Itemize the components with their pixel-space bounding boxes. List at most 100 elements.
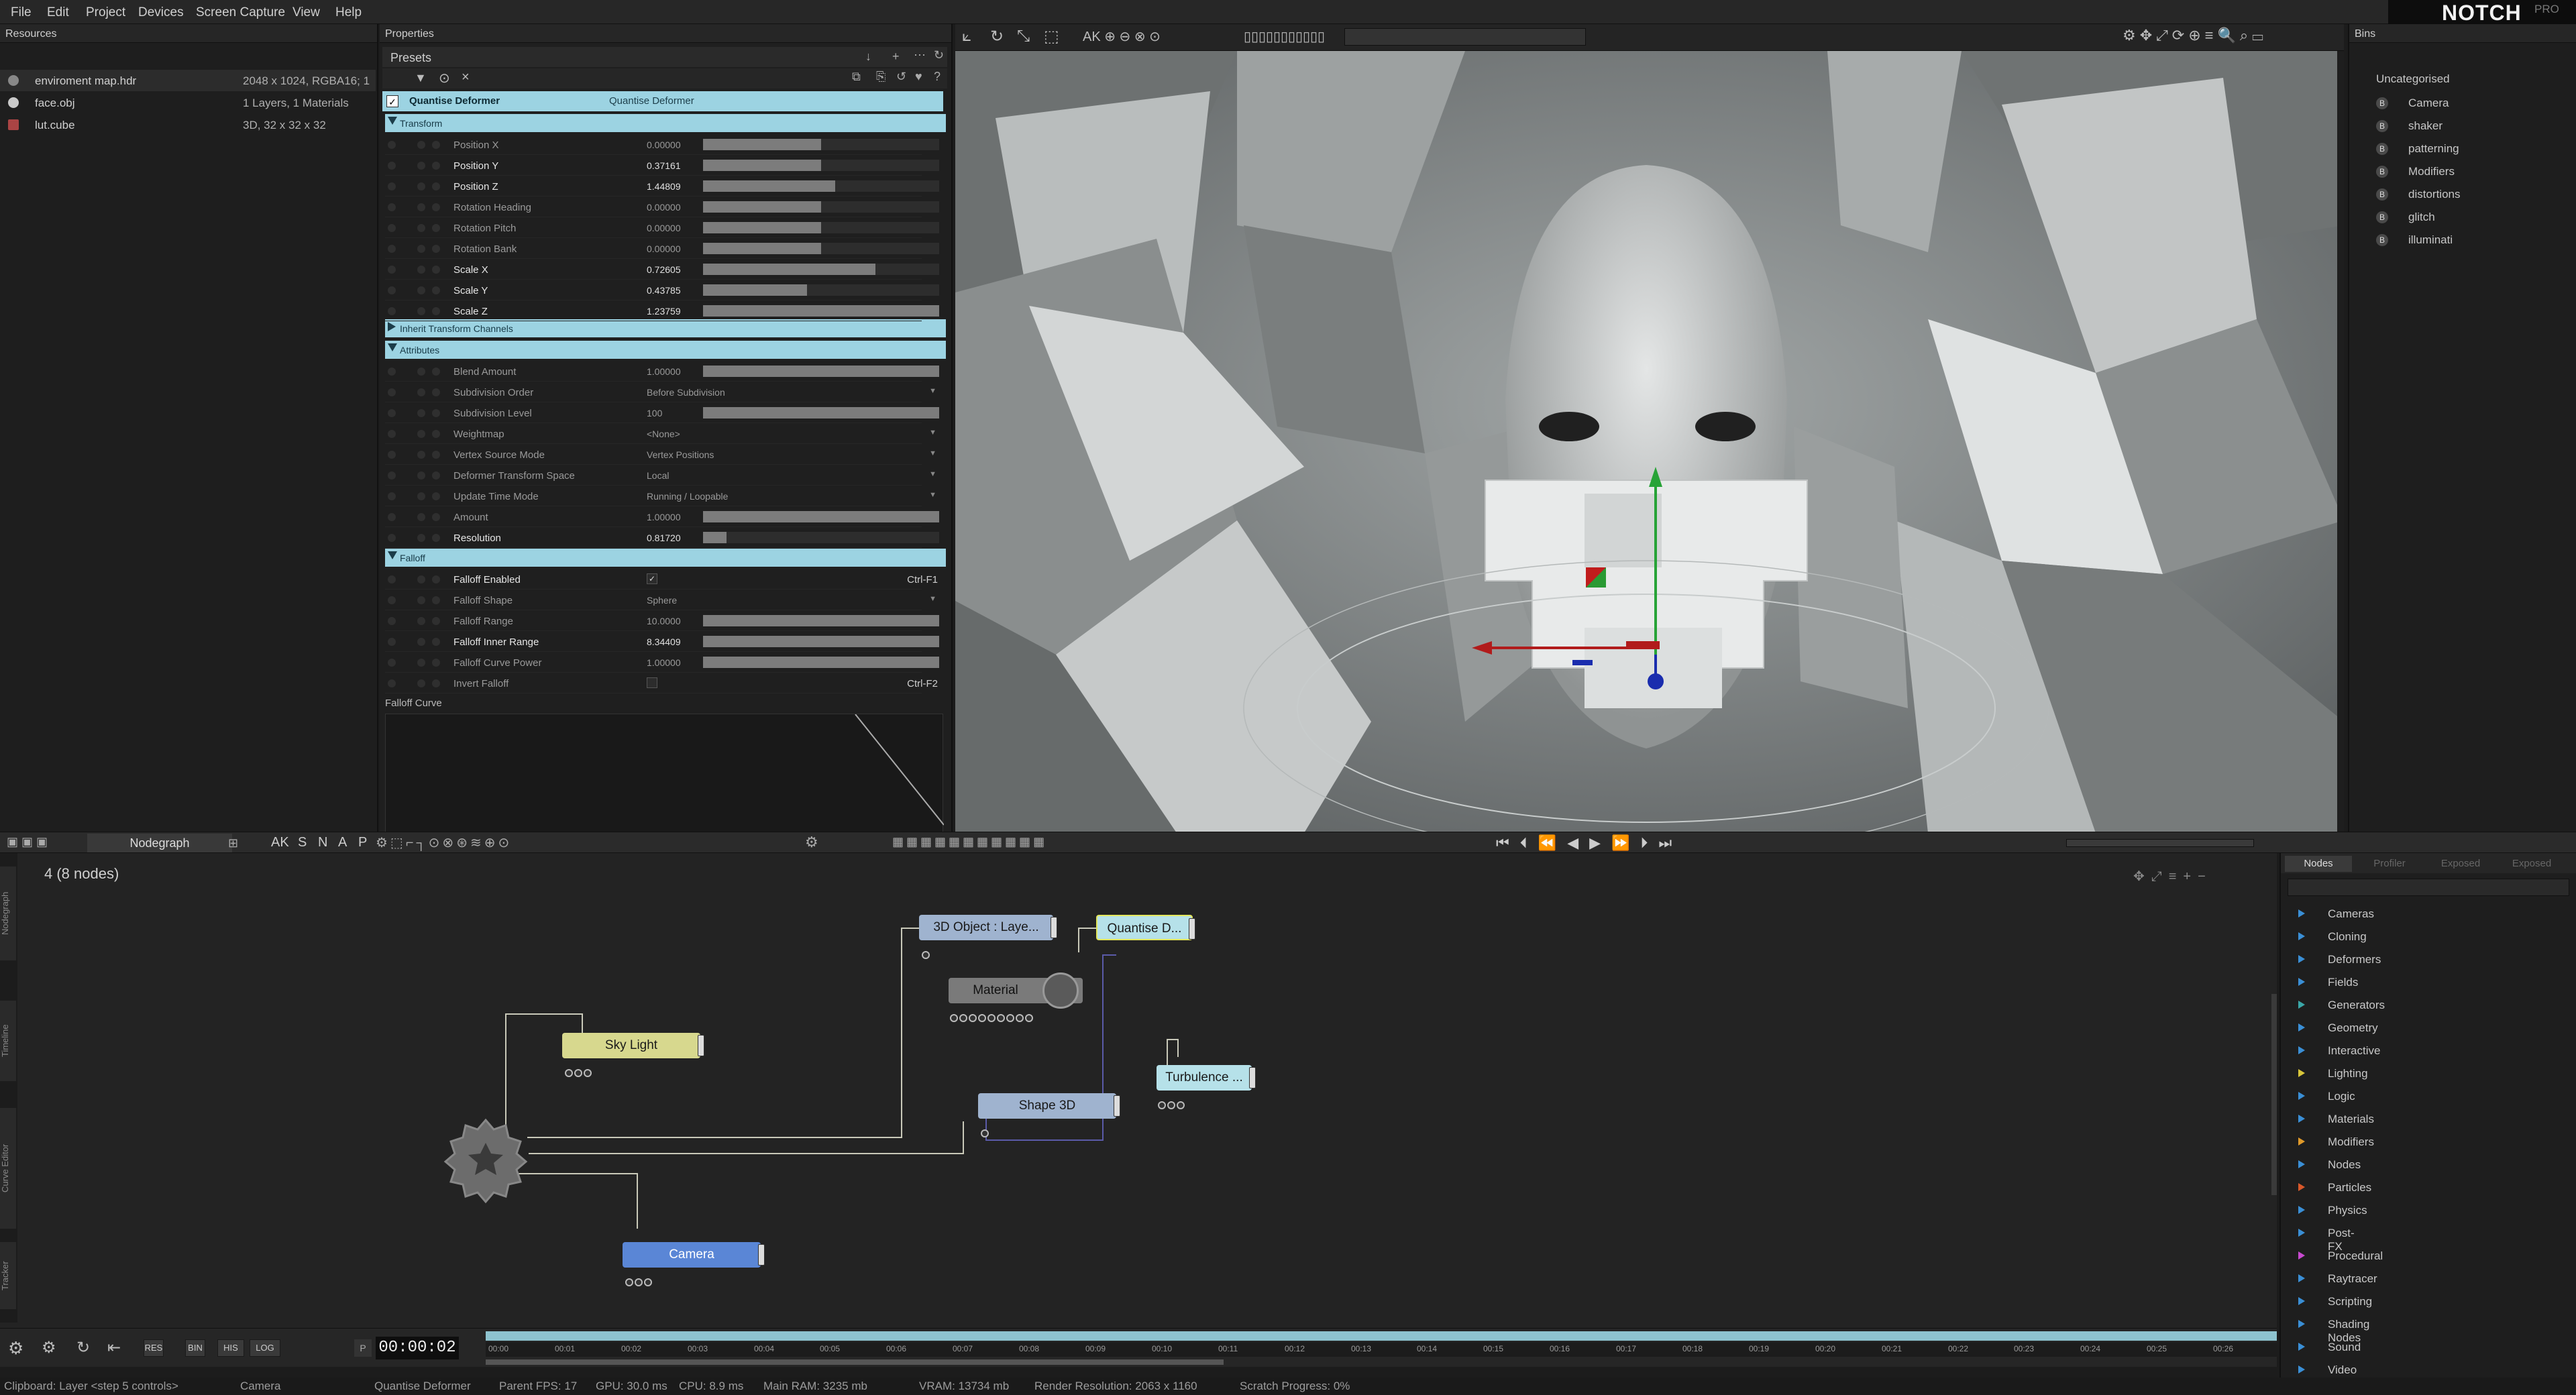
root-gear-node[interactable] (440, 1115, 531, 1206)
animate-dot-icon[interactable] (417, 534, 425, 542)
layout-icon[interactable]: ▣ ▣ ▣ (7, 835, 48, 849)
property-slider[interactable] (703, 201, 939, 213)
node-quantise-deformer[interactable]: Quantise D... (1096, 915, 1195, 940)
keyframe-dot-icon[interactable] (388, 388, 396, 396)
section-attributes[interactable]: Attributes (385, 341, 946, 359)
expose-dot-icon[interactable] (432, 368, 440, 376)
keyframe-dot-icon[interactable] (388, 409, 396, 417)
graph-tool-icon[interactable]: ⊞ (228, 836, 238, 850)
animate-dot-icon[interactable] (417, 513, 425, 521)
property-value[interactable]: 1.00000 (647, 366, 681, 377)
keyframe-dot-icon[interactable] (388, 141, 396, 149)
graph-tools-icon[interactable]: ⚙⬚⌐┐⊙⊗⊛≋⊕⊙ (376, 834, 512, 851)
section-transform[interactable]: Transform (385, 114, 946, 132)
keyframe-dot-icon[interactable] (388, 471, 396, 480)
property-row[interactable]: Falloff Enabled ✓ Ctrl-F1 (385, 569, 938, 590)
expand-arrow-icon[interactable] (2298, 1229, 2305, 1237)
help-icon[interactable]: ? (934, 70, 941, 84)
resource-item[interactable]: enviroment map.hdr 2048 x 1024, RGBA16; … (0, 70, 376, 91)
node-sky-light[interactable]: Sky Light (562, 1033, 704, 1077)
expand-arrow-icon[interactable] (2298, 1297, 2305, 1305)
property-value[interactable]: 8.34409 (647, 636, 681, 647)
tab-nodes[interactable]: Nodes (2285, 856, 2352, 872)
clear-icon[interactable]: × (462, 70, 470, 85)
property-checkbox[interactable]: ✓ (647, 573, 657, 584)
property-slider[interactable] (703, 305, 939, 317)
animate-dot-icon[interactable] (417, 575, 425, 583)
property-slider[interactable] (703, 243, 939, 254)
gear-icon[interactable]: ⚙ (8, 1338, 23, 1359)
animate-dot-icon[interactable] (417, 492, 425, 500)
nodegraph-scrollbar[interactable] (2271, 994, 2277, 1195)
keyframe-dot-icon[interactable] (388, 659, 396, 667)
animate-dot-icon[interactable] (417, 141, 425, 149)
property-slider[interactable] (703, 511, 939, 522)
menu-screen-capture[interactable]: Screen Capture (196, 5, 285, 20)
current-time[interactable]: 00:00:02 (376, 1337, 459, 1359)
animate-dot-icon[interactable] (417, 451, 425, 459)
scale-icon[interactable]: ⤡ (1017, 27, 1030, 46)
property-value[interactable]: 0.72605 (647, 264, 681, 275)
animate-dot-icon[interactable] (417, 430, 425, 438)
section-inherit-transform[interactable]: Inherit Transform Channels (385, 319, 946, 337)
resource-item[interactable]: face.obj 1 Layers, 1 Materials (0, 92, 376, 113)
property-checkbox[interactable] (647, 677, 657, 688)
expose-dot-icon[interactable] (432, 388, 440, 396)
property-row[interactable]: Amount 1.00000 (385, 506, 939, 527)
menu-edit[interactable]: Edit (47, 5, 69, 20)
expand-arrow-icon[interactable] (2298, 978, 2305, 986)
property-row[interactable]: Rotation Pitch 0.00000 (385, 217, 939, 238)
tab-profiler[interactable]: Profiler (2356, 856, 2423, 872)
filter-icon[interactable]: ▼ (415, 71, 427, 85)
dropdown-arrow-icon[interactable]: ▼ (929, 387, 936, 395)
expose-dot-icon[interactable] (432, 596, 440, 604)
snap-a[interactable]: A (338, 835, 347, 850)
animate-dot-icon[interactable] (417, 162, 425, 170)
expose-dot-icon[interactable] (432, 451, 440, 459)
his-button[interactable]: HIS (217, 1339, 244, 1357)
animate-dot-icon[interactable] (417, 224, 425, 232)
expose-dot-icon[interactable] (432, 286, 440, 294)
camera-tools-icon[interactable]: AK ⊕ ⊖ ⊗ ⊙ (1083, 28, 1161, 45)
expose-dot-icon[interactable] (432, 534, 440, 542)
animate-dot-icon[interactable] (417, 659, 425, 667)
property-row[interactable]: Scale Z 1.23759 (385, 300, 939, 321)
expose-dot-icon[interactable] (432, 245, 440, 253)
property-slider[interactable] (703, 139, 939, 150)
keyframe-dot-icon[interactable] (388, 679, 396, 687)
animate-dot-icon[interactable] (417, 286, 425, 294)
expose-dot-icon[interactable] (432, 513, 440, 521)
node-camera[interactable]: Camera (623, 1242, 765, 1286)
timeline-loop-range[interactable] (486, 1331, 2277, 1341)
menu-help[interactable]: Help (335, 5, 362, 20)
expose-dot-icon[interactable] (432, 471, 440, 480)
keyframe-dot-icon[interactable] (388, 245, 396, 253)
keyframe-dot-icon[interactable] (388, 617, 396, 625)
loop-icon[interactable]: ↻ (76, 1338, 90, 1357)
property-slider[interactable] (703, 264, 939, 275)
property-row[interactable]: Scale Y 0.43785 (385, 280, 939, 300)
property-value[interactable]: Running / Loopable (647, 491, 728, 502)
animate-dot-icon[interactable] (417, 203, 425, 211)
dropdown-arrow-icon[interactable]: ▼ (929, 449, 936, 457)
favorite-icon[interactable]: ♥ (915, 70, 922, 84)
property-value[interactable]: 0.37161 (647, 160, 681, 171)
property-row[interactable]: Update Time Mode Running / Loopable ▼ (385, 486, 936, 506)
tab-exposed[interactable]: Exposed (2427, 856, 2494, 872)
expose-dot-icon[interactable] (432, 638, 440, 646)
expand-arrow-icon[interactable] (2298, 1001, 2305, 1009)
animate-dot-icon[interactable] (417, 617, 425, 625)
expose-dot-icon[interactable] (432, 162, 440, 170)
property-value[interactable]: 10.0000 (647, 616, 681, 626)
property-row[interactable]: Position Y 0.37161 (385, 155, 939, 176)
menu-view[interactable]: View (292, 5, 320, 20)
keyframe-dot-icon[interactable] (388, 492, 396, 500)
property-row[interactable]: Falloff Inner Range 8.34409 (385, 631, 939, 652)
expand-arrow-icon[interactable] (2298, 1069, 2305, 1077)
menu-file[interactable]: File (11, 5, 32, 20)
node-turbulence[interactable]: Turbulence ... (1157, 1065, 1256, 1109)
snap-p[interactable]: P (358, 835, 367, 850)
add-keyframe-icon[interactable]: ⇤ (107, 1338, 121, 1357)
expose-dot-icon[interactable] (432, 617, 440, 625)
keyframe-dot-icon[interactable] (388, 534, 396, 542)
